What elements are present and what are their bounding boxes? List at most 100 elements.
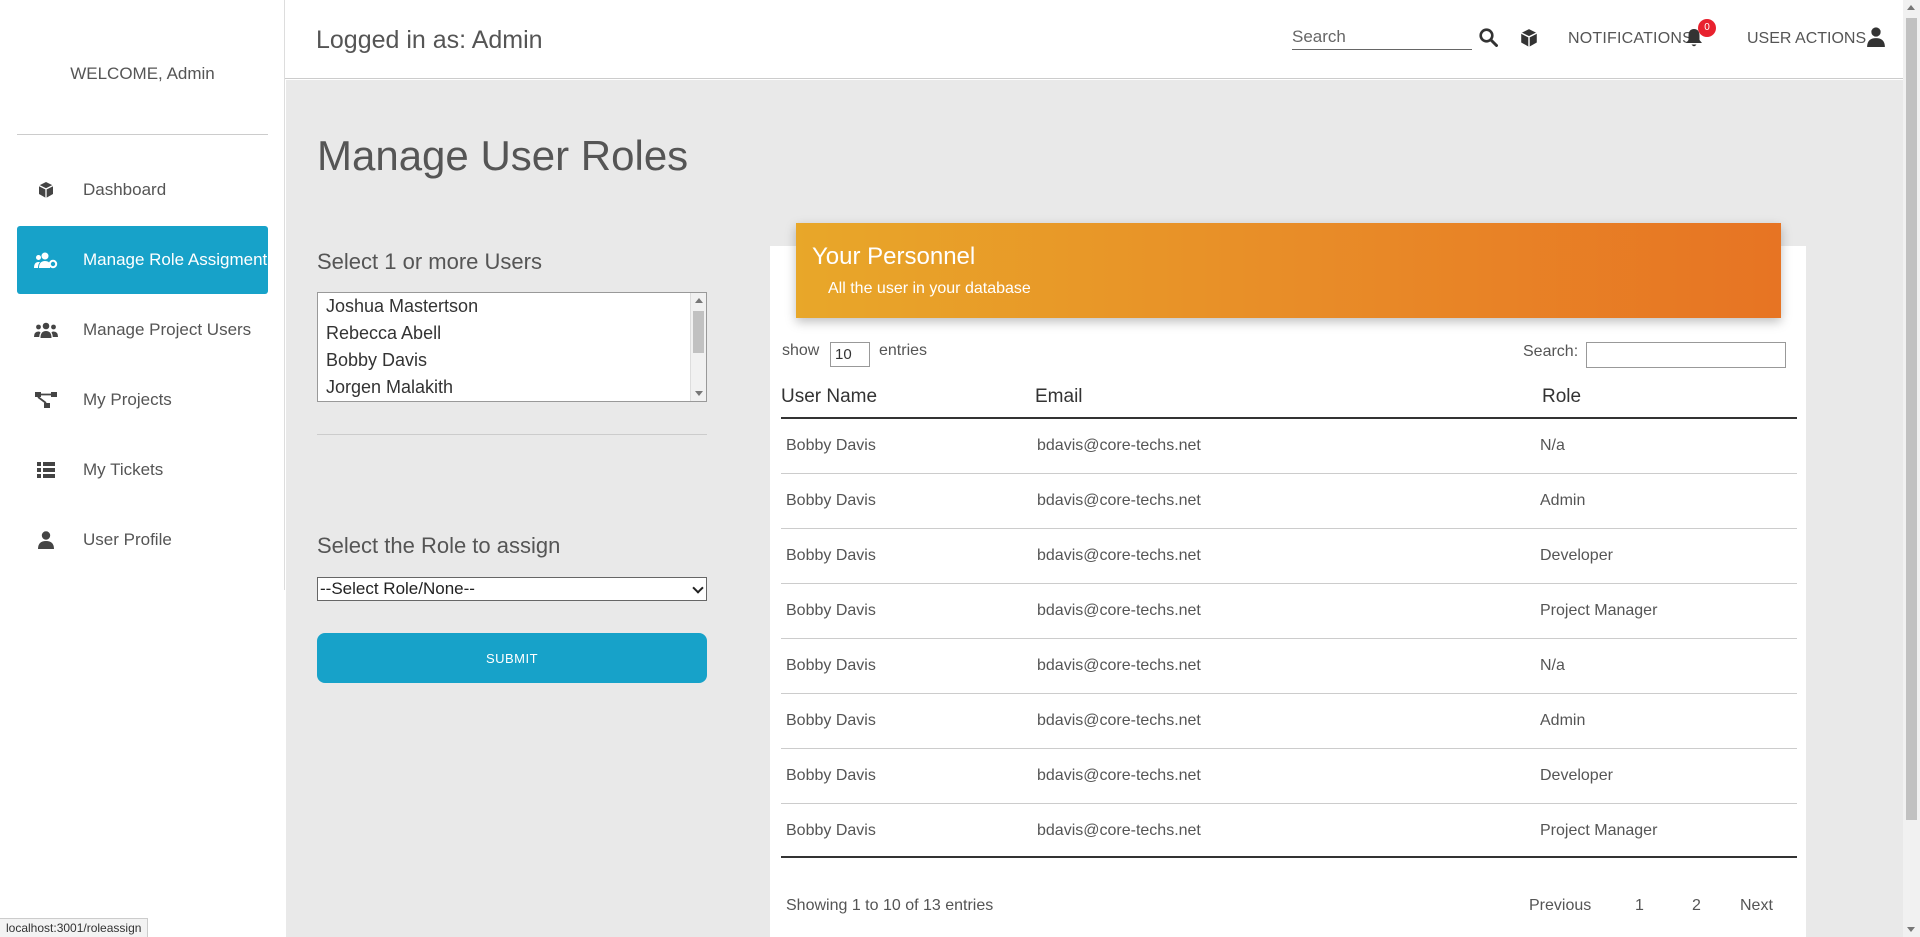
sidebar-item-manage-project-users[interactable]: Manage Project Users <box>17 296 268 364</box>
scroll-down-arrow-icon[interactable] <box>1907 927 1915 932</box>
user-icon <box>31 531 61 549</box>
show-label: show <box>782 342 820 359</box>
cell-user-name: Bobby Davis <box>786 437 876 454</box>
table-row: Bobby Davis bdavis@core-techs.net Projec… <box>781 804 1797 859</box>
cell-role: Admin <box>1540 492 1586 509</box>
entries-label: entries <box>879 342 928 359</box>
role-select-value: --Select Role/None-- <box>320 579 475 598</box>
pagination-page-1[interactable]: 1 <box>1635 897 1644 915</box>
table-row: Bobby Davis bdavis@core-techs.net Projec… <box>781 584 1797 639</box>
scroll-up-arrow-icon[interactable] <box>1907 5 1915 10</box>
table-row: Bobby Davis bdavis@core-techs.net Admin <box>781 694 1797 749</box>
cell-user-name: Bobby Davis <box>786 547 876 564</box>
scroll-down-arrow-icon[interactable] <box>695 391 703 396</box>
cell-email: bdavis@core-techs.net <box>1037 492 1201 509</box>
welcome-text: WELCOME, Admin <box>70 64 215 83</box>
cube-icon <box>31 181 61 199</box>
cell-user-name: Bobby Davis <box>786 602 876 619</box>
personnel-title: Your Personnel <box>812 243 976 270</box>
cell-email: bdavis@core-techs.net <box>1037 437 1201 454</box>
sidebar-item-label: User Profile <box>83 530 172 549</box>
sidebar-item-manage-role-assignment[interactable]: Manage Role Assigment <box>17 226 268 294</box>
table-row: Bobby Davis bdavis@core-techs.net Develo… <box>781 529 1797 584</box>
table-search-input[interactable] <box>1586 342 1786 368</box>
users-cog-icon <box>31 251 61 269</box>
cell-role: Project Manager <box>1540 822 1658 839</box>
sidebar-item-label: Dashboard <box>83 180 167 199</box>
top-bar: Logged in as: Admin Search NOTIFICATIONS… <box>285 0 1903 79</box>
page-title: Manage User Roles <box>317 132 689 179</box>
select-users-label: Select 1 or more Users <box>317 249 542 274</box>
cell-email: bdavis@core-techs.net <box>1037 602 1201 619</box>
cell-role: Project Manager <box>1540 602 1658 619</box>
form-divider <box>317 434 707 435</box>
search-icon[interactable] <box>1479 28 1498 52</box>
cell-email: bdavis@core-techs.net <box>1037 767 1201 784</box>
sidebar-item-my-projects[interactable]: My Projects <box>17 366 268 434</box>
sidebar-item-label: Manage Project Users <box>83 320 252 339</box>
submit-button[interactable]: SUBMIT <box>317 633 707 683</box>
table-info: Showing 1 to 10 of 13 entries <box>786 897 994 914</box>
users-multiselect[interactable]: Joshua Mastertson Rebecca Abell Bobby Da… <box>317 292 707 402</box>
cell-role: Developer <box>1540 767 1613 784</box>
scroll-up-arrow-icon[interactable] <box>695 298 703 303</box>
scrollbar-thumb[interactable] <box>1906 18 1917 820</box>
user-actions-button[interactable]: USER ACTIONS <box>1747 30 1866 48</box>
users-icon <box>31 322 61 338</box>
sidebar-item-label: My Tickets <box>83 460 164 479</box>
table-row: Bobby Davis bdavis@core-techs.net Develo… <box>781 749 1797 804</box>
notifications-button[interactable]: NOTIFICATIONS <box>1568 30 1693 48</box>
main-content: Manage User Roles Select 1 or more Users… <box>286 80 1903 937</box>
sidebar: WELCOME, Admin Dashboard Manage Role Ass… <box>0 0 285 590</box>
user-option[interactable]: Jorgen Malakith <box>318 374 706 401</box>
sidebar-item-user-profile[interactable]: User Profile <box>17 506 268 574</box>
cell-role: N/a <box>1540 657 1565 674</box>
sidebar-item-label: My Projects <box>83 390 172 409</box>
table-row: Bobby Davis bdavis@core-techs.net Admin <box>781 474 1797 529</box>
cell-user-name: Bobby Davis <box>786 767 876 784</box>
user-option[interactable]: Rebecca Abell <box>318 320 706 347</box>
cell-role: N/a <box>1540 437 1565 454</box>
pagination-previous[interactable]: Previous <box>1529 897 1591 915</box>
cell-email: bdavis@core-techs.net <box>1037 822 1201 839</box>
personnel-subtitle: All the user in your database <box>828 280 1031 297</box>
cube-icon[interactable] <box>1519 28 1539 53</box>
table-row: Bobby Davis bdavis@core-techs.net N/a <box>781 639 1797 694</box>
cell-user-name: Bobby Davis <box>786 822 876 839</box>
cell-role: Admin <box>1540 712 1586 729</box>
project-diagram-icon <box>31 391 61 409</box>
cell-email: bdavis@core-techs.net <box>1037 547 1201 564</box>
notification-count-badge: 0 <box>1698 19 1716 37</box>
scrollbar-thumb[interactable] <box>693 311 704 353</box>
column-header-user-name[interactable]: User Name <box>781 386 877 408</box>
cell-email: bdavis@core-techs.net <box>1037 657 1201 674</box>
sidebar-item-my-tickets[interactable]: My Tickets <box>17 436 268 504</box>
cell-email: bdavis@core-techs.net <box>1037 712 1201 729</box>
users-list-scrollbar[interactable] <box>690 293 706 401</box>
user-icon[interactable] <box>1867 27 1885 52</box>
search-input[interactable]: Search <box>1292 27 1472 50</box>
pagination-page-2[interactable]: 2 <box>1692 897 1701 915</box>
user-option[interactable]: Joshua Mastertson <box>318 293 706 320</box>
personnel-card-header: Your Personnel All the user in your data… <box>796 223 1781 318</box>
cell-user-name: Bobby Davis <box>786 657 876 674</box>
column-header-role[interactable]: Role <box>1542 386 1581 408</box>
sidebar-item-dashboard[interactable]: Dashboard <box>17 156 268 224</box>
user-option[interactable]: Bobby Davis <box>318 347 706 374</box>
status-bar-url: localhost:3001/roleassign <box>0 918 149 937</box>
table-search-label: Search: <box>1523 343 1579 360</box>
cell-role: Developer <box>1540 547 1613 564</box>
logged-in-label: Logged in as: Admin <box>316 26 543 54</box>
cell-user-name: Bobby Davis <box>786 712 876 729</box>
entries-per-page-input[interactable]: 10 <box>830 342 870 367</box>
table-footer-divider <box>781 856 1797 858</box>
pagination-next[interactable]: Next <box>1740 897 1773 915</box>
list-icon <box>31 462 61 478</box>
role-select[interactable]: --Select Role/None-- <box>317 577 707 601</box>
column-header-email[interactable]: Email <box>1035 386 1083 408</box>
cell-user-name: Bobby Davis <box>786 492 876 509</box>
select-role-label: Select the Role to assign <box>317 533 561 558</box>
sidebar-divider <box>17 134 268 135</box>
page-scrollbar[interactable] <box>1903 0 1920 937</box>
chevron-down-icon <box>692 582 704 594</box>
